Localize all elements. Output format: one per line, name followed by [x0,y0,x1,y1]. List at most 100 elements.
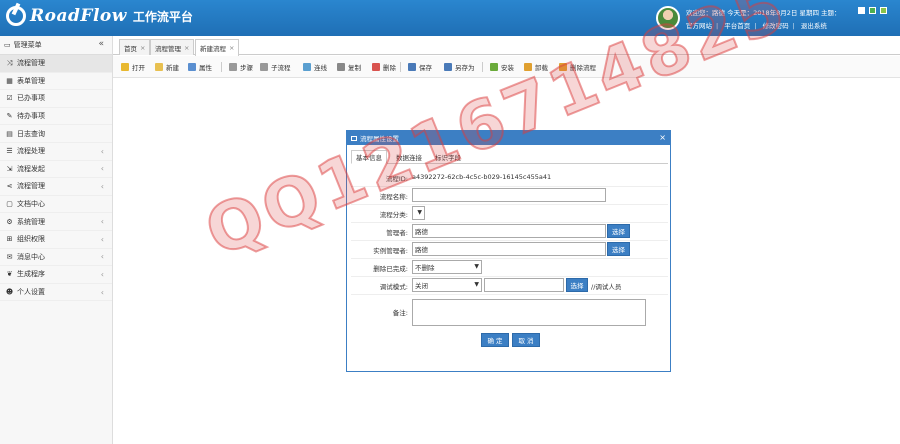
flow-name-input[interactable] [412,188,606,202]
sitemap-icon: ⊞ [6,235,13,244]
tab-basic-info[interactable]: 基本信息 [351,150,387,164]
link-platform-home[interactable]: 平台首页 [724,22,750,30]
toolbar-button[interactable]: 子流程 [260,62,291,72]
toolbar-separator [400,62,401,72]
toolbar-button[interactable]: 属性 [188,62,212,72]
logo-subtitle: 工作流平台 [132,9,193,24]
sidebar-item[interactable]: ✉ 消息中心 ‹ [0,249,112,267]
sidebar-item-label: 系统管理 [17,217,45,226]
delete-completed-select[interactable]: 不删除 ▼ [412,260,482,274]
toolbar-label: 步骤 [240,64,253,72]
toolbar-button[interactable]: 复制 [337,62,361,72]
delete-completed-value: 不删除 [415,264,435,272]
toolbar-label: 子流程 [271,64,291,72]
toolbar-separator [221,62,222,72]
window-icon [351,135,357,141]
tab-data-connection[interactable]: 数据连接 [392,150,426,164]
sidebar-item[interactable]: ☑ 已办事项 [0,90,112,108]
chevron-left-icon: ‹ [100,181,104,191]
tab-label: 新建流程 [200,45,226,53]
toolbar-button[interactable]: 打开 [121,62,145,72]
sidebar-item[interactable]: ⊞ 组织权限 ‹ [0,231,112,249]
toolbar-button[interactable]: 保存 [408,62,432,72]
link-logout[interactable]: 退出系统 [801,22,827,30]
list-icon: ☰ [6,147,13,156]
toolbar-button[interactable]: 删除流程 [559,62,596,72]
share-icon: ⋖ [6,182,13,191]
toolbar-label: 保存 [419,64,432,72]
toolbar-button[interactable]: 安装 [490,62,514,72]
toolbar-button[interactable]: 连线 [303,62,327,72]
chevron-left-icon: ‹ [100,287,104,297]
cancel-button[interactable]: 取 消 [512,333,540,347]
toolbar-label: 连线 [314,64,327,72]
table-icon: ▦ [6,76,13,85]
theme-white-option[interactable] [858,7,865,14]
toolbar-separator [482,62,483,72]
close-icon[interactable]: × [659,133,666,142]
select-manager-button[interactable]: 选择 [607,224,630,238]
dropdown-arrow-icon: ▼ [474,263,479,270]
sidebar-item-label: 流程管理 [17,182,45,191]
link-official-site[interactable]: 官方网站 [686,22,712,30]
flow-category-select[interactable]: ▼ [412,206,425,220]
sidebar-item[interactable]: ⚙ 系统管理 ‹ [0,213,112,231]
sidebar-item[interactable]: ⤨ 流程管理 [0,55,112,73]
sidebar-item-label: 流程发起 [17,164,45,173]
uninstall-icon [524,63,532,71]
checkbox-icon: ☑ [6,94,13,103]
toolbar-button[interactable]: 另存为 [444,62,475,72]
avatar[interactable] [656,6,680,30]
logo: RoadFlow 工作流平台 [6,6,193,26]
sidebar-item-label: 组织权限 [17,235,45,244]
sidebar-item[interactable]: ⋖ 流程管理 ‹ [0,178,112,196]
sidebar-item[interactable]: ▤ 日志查询 [0,125,112,143]
tab-flow-management[interactable]: 流程管理 × [150,39,195,55]
select-debug-users-button[interactable]: 选择 [566,278,588,292]
sidebar-item-label: 流程管理 [17,59,45,68]
row-flow-category: 流程分类: ▼ [351,205,668,223]
theme-lightgreen-option[interactable] [880,7,887,14]
dialog-buttons: 确 定 取 消 [347,333,672,349]
ok-button[interactable]: 确 定 [481,333,509,347]
remark-textarea[interactable] [412,299,646,326]
toolbar-button[interactable]: 卸载 [524,62,548,72]
manager-input[interactable]: 路德 [412,224,606,238]
sidebar-item[interactable]: ☻ 个人设置 ‹ [0,284,112,302]
comments-icon: ✉ [6,252,13,261]
close-tab-icon[interactable]: × [140,44,145,52]
close-tab-icon[interactable]: × [229,44,234,52]
instance-manager-input[interactable]: 路德 [412,242,606,256]
close-tab-icon[interactable]: × [184,44,189,52]
tab-new-flow[interactable]: 新建流程 × [195,39,240,56]
tab-identity-field[interactable]: 标识字段 [431,150,465,164]
sidebar-item[interactable]: ▦ 表单管理 [0,73,112,91]
sidebar-item-label: 表单管理 [17,76,45,85]
collapse-sidebar-icon[interactable]: « [98,39,104,49]
link-change-password[interactable]: 修改密码 [763,22,789,30]
select-instance-manager-button[interactable]: 选择 [607,242,630,256]
toolbar-label: 删除流程 [570,64,596,72]
sidebar-item[interactable]: ✎ 待办事项 [0,108,112,126]
toolbar: 打开 新建 属性 步骤 子流程 连线 复制 删除 保存 另存为 安装 卸载 删除流程 [113,56,900,78]
theme-green-option[interactable] [869,7,876,14]
toolbar-button[interactable]: 新建 [155,62,179,72]
sidebar-item-label: 生成程序 [17,270,45,279]
remark-label: 备注: [392,309,408,317]
flow-name-label: 流程名称: [379,193,408,201]
monitor-icon: ▭ [4,41,11,49]
sidebar-menu: ⤨ 流程管理 ▦ 表单管理 ☑ 已办事项 ✎ 待办事项 ▤ 日志查询 ☰ 流程处理 ‹ ⇲ 流程发起 ‹ ⋖ 流程… [0,55,112,302]
debug-mode-select[interactable]: 关闭 ▼ [412,278,482,292]
chevron-left-icon: ‹ [100,146,104,156]
dialog-title: 流程属性设置 [360,135,399,143]
sidebar-item[interactable]: ▢ 文档中心 [0,196,112,214]
sidebar-item[interactable]: ❦ 生成程序 ‹ [0,266,112,284]
toolbar-button[interactable]: 删除 [372,62,396,72]
debug-users-input[interactable] [484,278,564,292]
sidebar-item[interactable]: ⇲ 流程发起 ‹ [0,161,112,179]
toolbar-button[interactable]: 步骤 [229,62,253,72]
sidebar-item[interactable]: ☰ 流程处理 ‹ [0,143,112,161]
tab-home[interactable]: 首页 × [119,39,151,55]
flow-id-label: 流程ID: [385,175,408,183]
row-flow-id: 流程ID: a4392272-62cb-4c5c-b029-16145c455a… [351,169,668,187]
